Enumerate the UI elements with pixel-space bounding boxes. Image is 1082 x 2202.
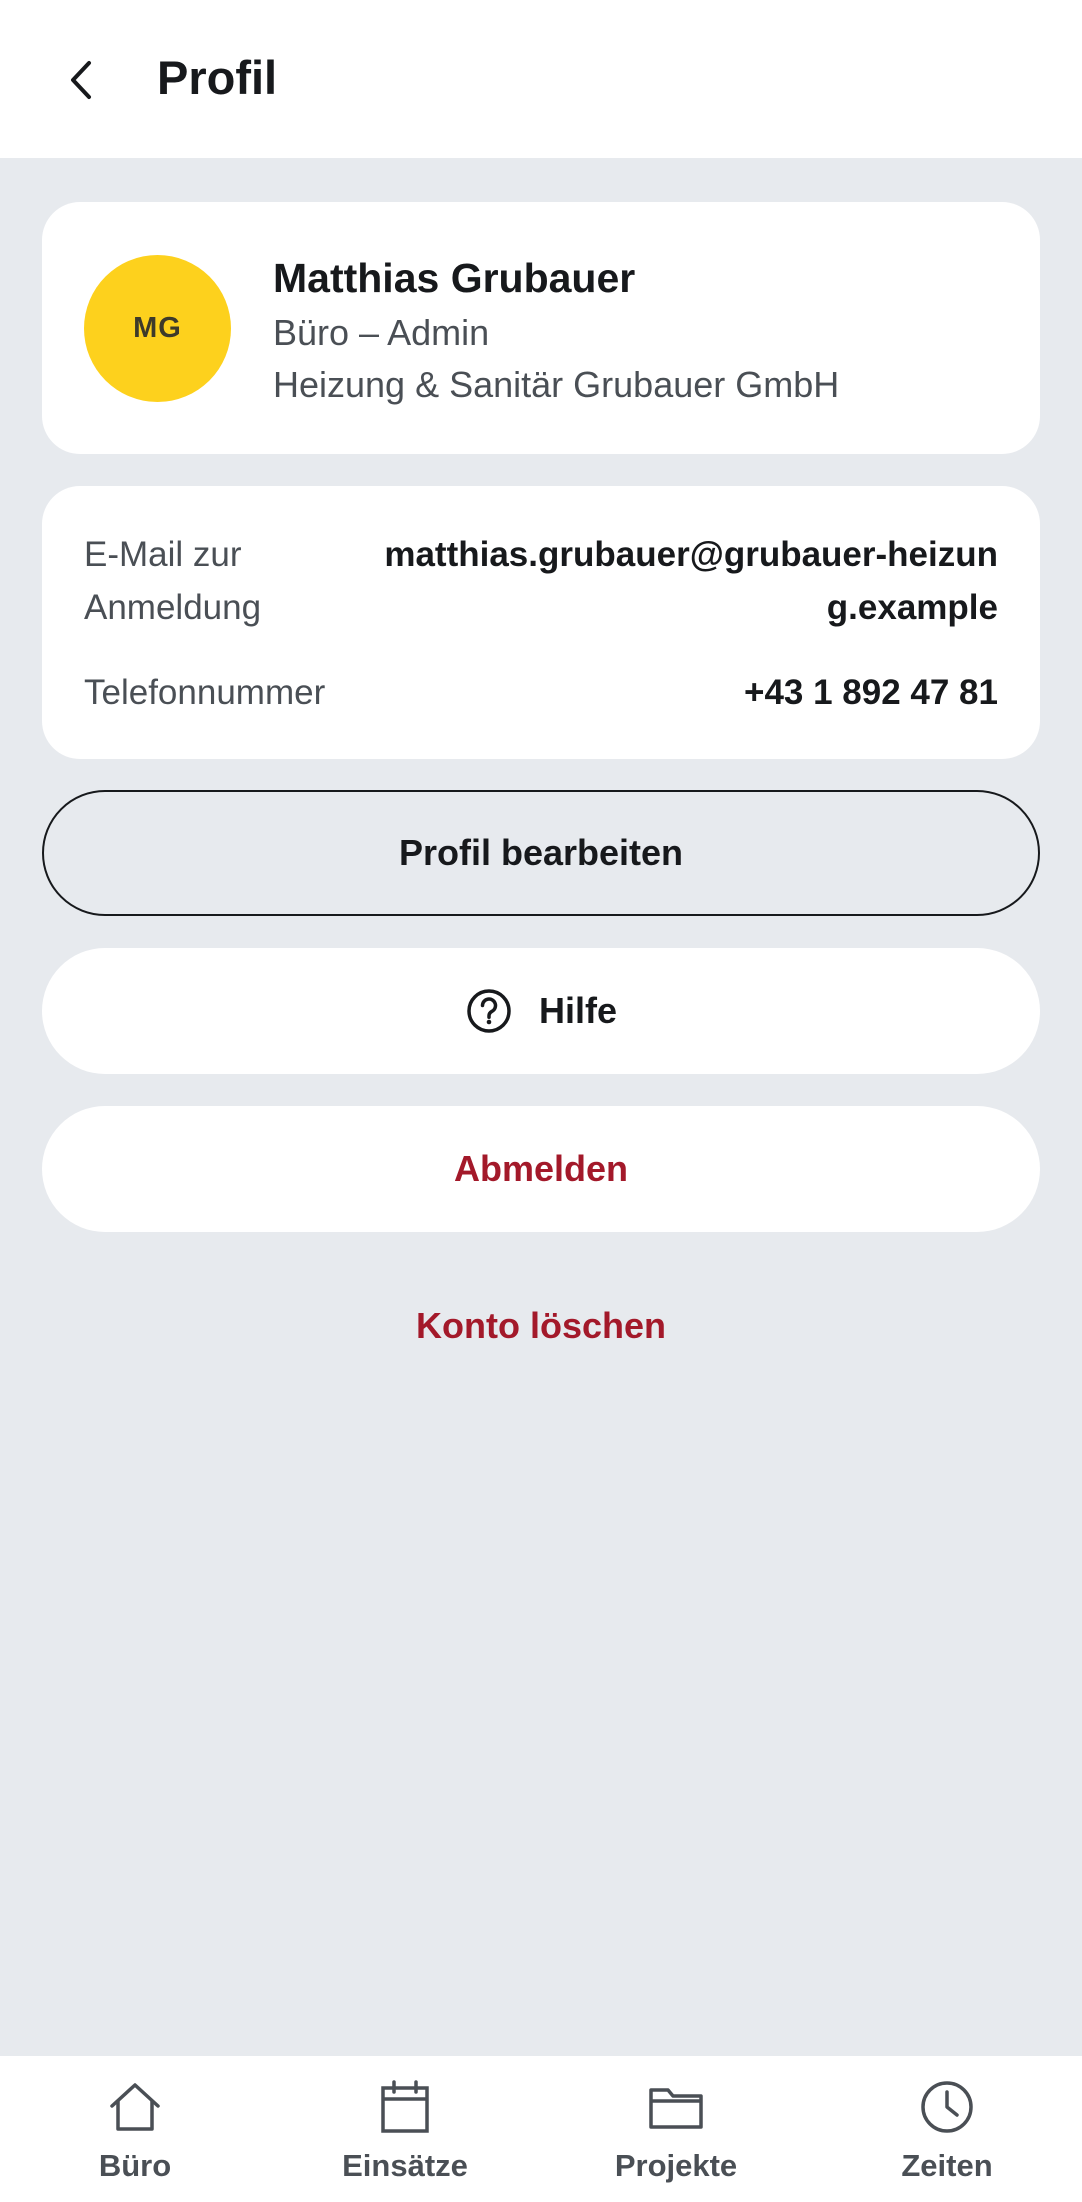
nav-label-projekte: Projekte (614, 2148, 738, 2183)
nav-item-einsaetze[interactable]: Einsätze (270, 2056, 540, 2202)
nav-label-einsaetze: Einsätze (342, 2148, 468, 2183)
nav-label-buero: Büro (98, 2148, 172, 2183)
delete-account-link[interactable]: Konto löschen (0, 1298, 1082, 1354)
user-company: Heizung & Sanitär Grubauer GmbH (273, 364, 840, 405)
profile-card: MG Matthias Grubauer Büro – Admin Heizun… (42, 202, 1040, 454)
calendar-icon (376, 2078, 434, 2136)
back-button[interactable] (50, 50, 110, 110)
bottom-navigation: Büro Einsätze Projekte Zeiten (0, 2056, 1082, 2202)
logout-button[interactable]: Abmelden (42, 1106, 1040, 1232)
home-icon (106, 2078, 164, 2136)
logout-label: Abmelden (453, 1148, 629, 1189)
help-button[interactable]: Hilfe (42, 948, 1040, 1074)
folder-icon (647, 2078, 705, 2136)
edit-profile-button[interactable]: Profil bearbeiten (42, 790, 1040, 916)
user-name: Matthias Grubauer (273, 255, 636, 301)
chevron-left-icon (71, 61, 91, 99)
nav-label-zeiten: Zeiten (901, 2148, 993, 2183)
phone-row: Telefonnummer +43 1 892 47 81 (84, 666, 998, 719)
email-value: matthias.grubauer@grubauer-heizung.examp… (384, 535, 998, 627)
email-row: E-Mail zur Anmeldung matthias.grubauer@g… (84, 528, 998, 638)
phone-value: +43 1 892 47 81 (744, 673, 998, 712)
clock-icon (918, 2078, 976, 2136)
contact-info-card: E-Mail zur Anmeldung matthias.grubauer@g… (42, 486, 1040, 759)
nav-item-projekte[interactable]: Projekte (541, 2056, 811, 2202)
email-label: E-Mail zur Anmeldung (84, 535, 262, 627)
avatar: MG (84, 255, 231, 402)
nav-item-zeiten[interactable]: Zeiten (812, 2056, 1082, 2202)
page-title: Profil (157, 51, 278, 104)
edit-profile-label: Profil bearbeiten (398, 832, 684, 873)
user-role: Büro – Admin (273, 312, 490, 353)
help-icon (465, 987, 513, 1035)
top-bar: Profil (0, 0, 1082, 158)
nav-item-buero[interactable]: Büro (0, 2056, 270, 2202)
help-label: Hilfe (538, 990, 617, 1031)
phone-label: Telefonnummer (84, 673, 326, 712)
